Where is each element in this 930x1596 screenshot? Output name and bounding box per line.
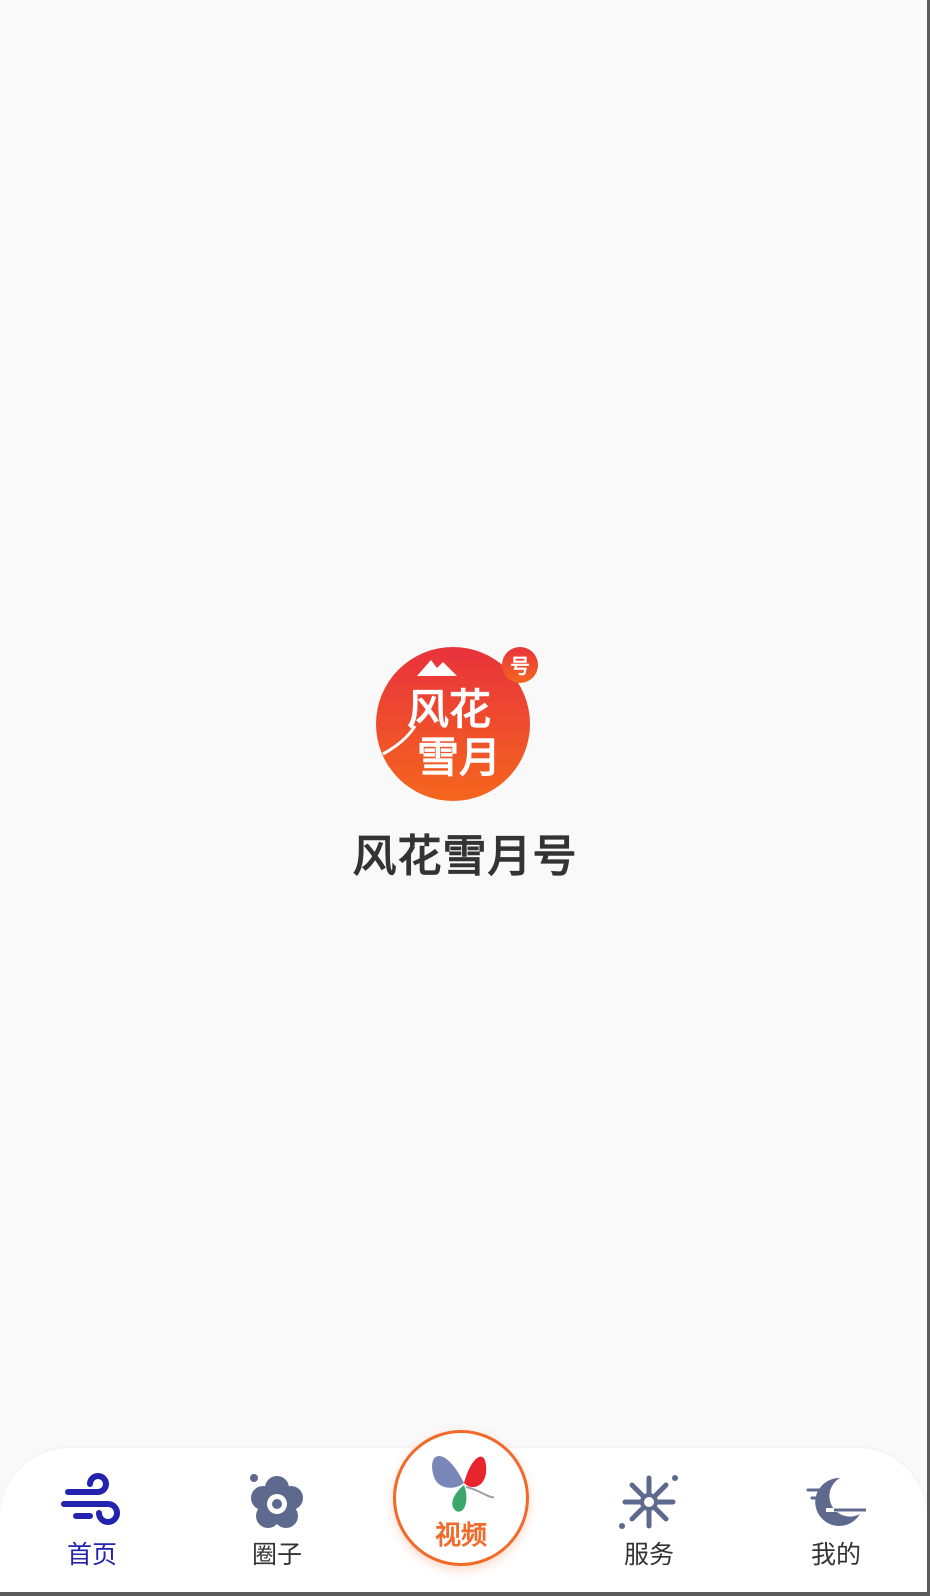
- logo-small-text: 号: [510, 654, 530, 678]
- tab-home-label: 首页: [66, 1540, 117, 1569]
- tab-mine[interactable]: 我的: [776, 1470, 896, 1580]
- app-logo: 号 风花 雪月: [376, 647, 538, 801]
- tab-circle-label: 圈子: [251, 1540, 302, 1569]
- moon-icon: [806, 1477, 866, 1526]
- snowflake-icon: [619, 1475, 678, 1529]
- tab-home[interactable]: 首页: [32, 1470, 152, 1580]
- logo-text-line2: 雪月: [417, 733, 501, 782]
- logo-text-line1: 风花: [407, 685, 491, 734]
- tab-mine-label: 我的: [810, 1540, 861, 1569]
- tab-video[interactable]: 视频: [393, 1430, 529, 1566]
- app-name: 风花雪月号: [352, 831, 578, 882]
- screen-edge-bottom: [0, 1592, 930, 1596]
- tab-service[interactable]: 服务: [589, 1470, 709, 1580]
- wind-icon: [61, 1473, 120, 1525]
- tab-video-label: 视频: [434, 1521, 487, 1551]
- butterfly-icon: [432, 1455, 495, 1512]
- tab-service-label: 服务: [623, 1540, 674, 1569]
- tab-circle[interactable]: 圈子: [217, 1470, 337, 1580]
- flower-icon: [250, 1474, 303, 1528]
